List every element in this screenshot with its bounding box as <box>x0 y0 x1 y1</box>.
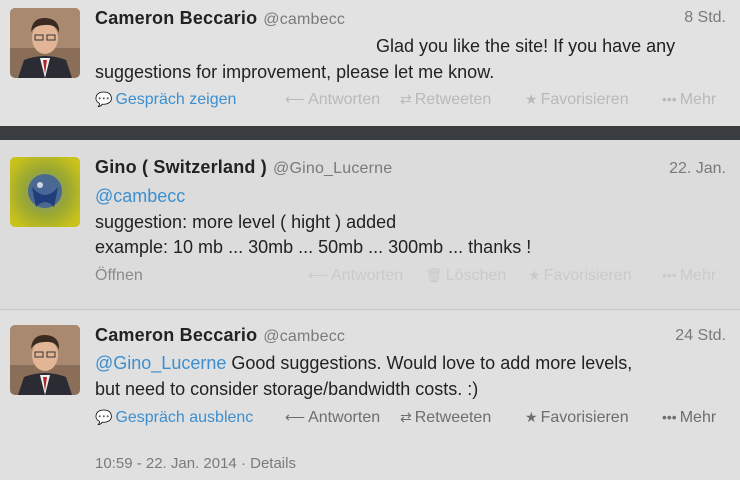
tweet-text-line: @Gino_Lucerne Good suggestions. Would lo… <box>95 350 632 376</box>
author-handle[interactable]: @Gino_Lucerne <box>273 160 392 177</box>
retweet-button[interactable]: ⇄ Retweeten <box>400 409 491 427</box>
favorite-button[interactable]: ★ Favorisieren <box>525 409 629 427</box>
avatar[interactable] <box>10 325 80 395</box>
more-button[interactable]: ••• Mehr <box>662 91 716 109</box>
more-button[interactable]: ••• Mehr <box>662 267 716 285</box>
tweet-text-line: but need to consider storage/bandwidth c… <box>95 379 479 399</box>
trash-icon: 🗑 <box>425 267 443 283</box>
tweet-actions: Öffnen ⟵ Antworten 🗑 Löschen ★ Favorisieren… <box>95 267 726 289</box>
more-dots-icon: ••• <box>662 91 677 107</box>
reply-arrow-icon: ⟵ <box>285 91 306 107</box>
star-icon: ★ <box>525 409 538 425</box>
reply-arrow-icon: ⟵ <box>285 409 306 425</box>
star-icon: ★ <box>525 91 538 107</box>
favorite-button[interactable]: ★ Favorisieren <box>528 267 632 285</box>
delete-label: Löschen <box>445 267 507 284</box>
show-conversation-label: Gespräch zeigen <box>115 91 237 108</box>
reply-label: Antworten <box>331 267 404 284</box>
author-name[interactable]: Cameron Beccario @cambecc <box>95 8 345 29</box>
tweet-3: Cameron Beccario @cambecc 24 Std. @Gino_L… <box>0 311 740 480</box>
tweet-text-line: example: 10 mb ... 30mb ... 50mb ... 300… <box>95 237 532 257</box>
reply-label: Antworten <box>308 409 381 426</box>
author-name[interactable]: Cameron Beccario @cambecc <box>95 325 345 346</box>
avatar[interactable] <box>10 157 80 227</box>
author-name-text[interactable]: Gino ( Switzerland ) <box>95 157 267 177</box>
more-dots-icon: ••• <box>662 267 677 283</box>
avatar[interactable] <box>10 8 80 78</box>
speech-bubble-icon: 💬 <box>95 91 113 107</box>
details-link[interactable]: Details <box>250 455 296 472</box>
tweet-text-line: suggestion: more level ( hight ) added <box>95 212 397 232</box>
tweet-actions: 💬 Gespräch zeigen ⟵ Antworten ⇄ Retweeten ★… <box>95 91 726 113</box>
more-label: Mehr <box>679 267 717 284</box>
tweet-time[interactable]: 8 Std. <box>684 9 726 27</box>
author-name-text[interactable]: Cameron Beccario <box>95 325 257 345</box>
mention-link[interactable]: @cambecc <box>95 183 185 209</box>
tweet-time[interactable]: 22. Jan. <box>669 160 726 178</box>
tweet-2: Gino ( Switzerland ) @Gino_Lucerne 22. Ja… <box>0 140 740 310</box>
more-button[interactable]: ••• Mehr <box>662 409 716 427</box>
retweet-label: Retweeten <box>414 91 492 108</box>
tweet-text-line: Glad you like the site! If you have any <box>376 36 676 56</box>
favorite-button[interactable]: ★ Favorisieren <box>525 91 629 109</box>
author-handle[interactable]: @cambecc <box>263 11 345 28</box>
favorite-label: Favorisieren <box>540 91 629 108</box>
favorite-label: Favorisieren <box>543 267 632 284</box>
timeline-divider <box>0 126 740 140</box>
tweet-text: Good suggestions. Would love to add more… <box>226 353 633 373</box>
author-name[interactable]: Gino ( Switzerland ) @Gino_Lucerne <box>95 157 392 178</box>
tweet-meta: 10:59 - 22. Jan. 2014 · Details <box>95 455 296 472</box>
open-label: Öffnen <box>95 267 143 284</box>
hide-conversation-label: Gespräch ausblenc <box>115 409 254 426</box>
tweet-1: Cameron Beccario @cambecc 8 Std. Glad you… <box>0 0 740 126</box>
mention-link[interactable]: @Gino_Lucerne <box>95 353 226 373</box>
retweet-icon: ⇄ <box>400 409 412 425</box>
tweet-text-line: suggestions for improvement, please let … <box>95 62 495 82</box>
show-conversation-button[interactable]: 💬 Gespräch zeigen <box>95 91 236 109</box>
hide-conversation-button[interactable]: 💬 Gespräch ausblenc <box>95 409 253 427</box>
favorite-label: Favorisieren <box>540 409 629 426</box>
tweet-timestamp[interactable]: 10:59 - 22. Jan. 2014 <box>95 455 237 472</box>
tweet-time[interactable]: 24 Std. <box>675 327 726 345</box>
tweet-actions: 💬 Gespräch ausblenc ⟵ Antworten ⇄ Retweeten… <box>95 409 726 431</box>
author-handle[interactable]: @cambecc <box>263 328 345 345</box>
delete-button[interactable]: 🗑 Löschen <box>425 267 506 285</box>
reply-button[interactable]: ⟵ Antworten <box>285 91 380 109</box>
more-label: Mehr <box>679 409 717 426</box>
more-dots-icon: ••• <box>662 409 677 425</box>
speech-bubble-icon: 💬 <box>95 409 113 425</box>
retweet-label: Retweeten <box>414 409 492 426</box>
reply-button[interactable]: ⟵ Antworten <box>285 409 380 427</box>
reply-button[interactable]: ⟵ Antworten <box>308 267 403 285</box>
retweet-icon: ⇄ <box>400 91 412 107</box>
more-label: Mehr <box>679 91 717 108</box>
star-icon: ★ <box>528 267 541 283</box>
reply-arrow-icon: ⟵ <box>308 267 329 283</box>
retweet-button[interactable]: ⇄ Retweeten <box>400 91 491 109</box>
author-name-text[interactable]: Cameron Beccario <box>95 8 257 28</box>
open-button[interactable]: Öffnen <box>95 267 143 285</box>
reply-label: Antworten <box>308 91 381 108</box>
meta-separator: · <box>240 455 246 472</box>
